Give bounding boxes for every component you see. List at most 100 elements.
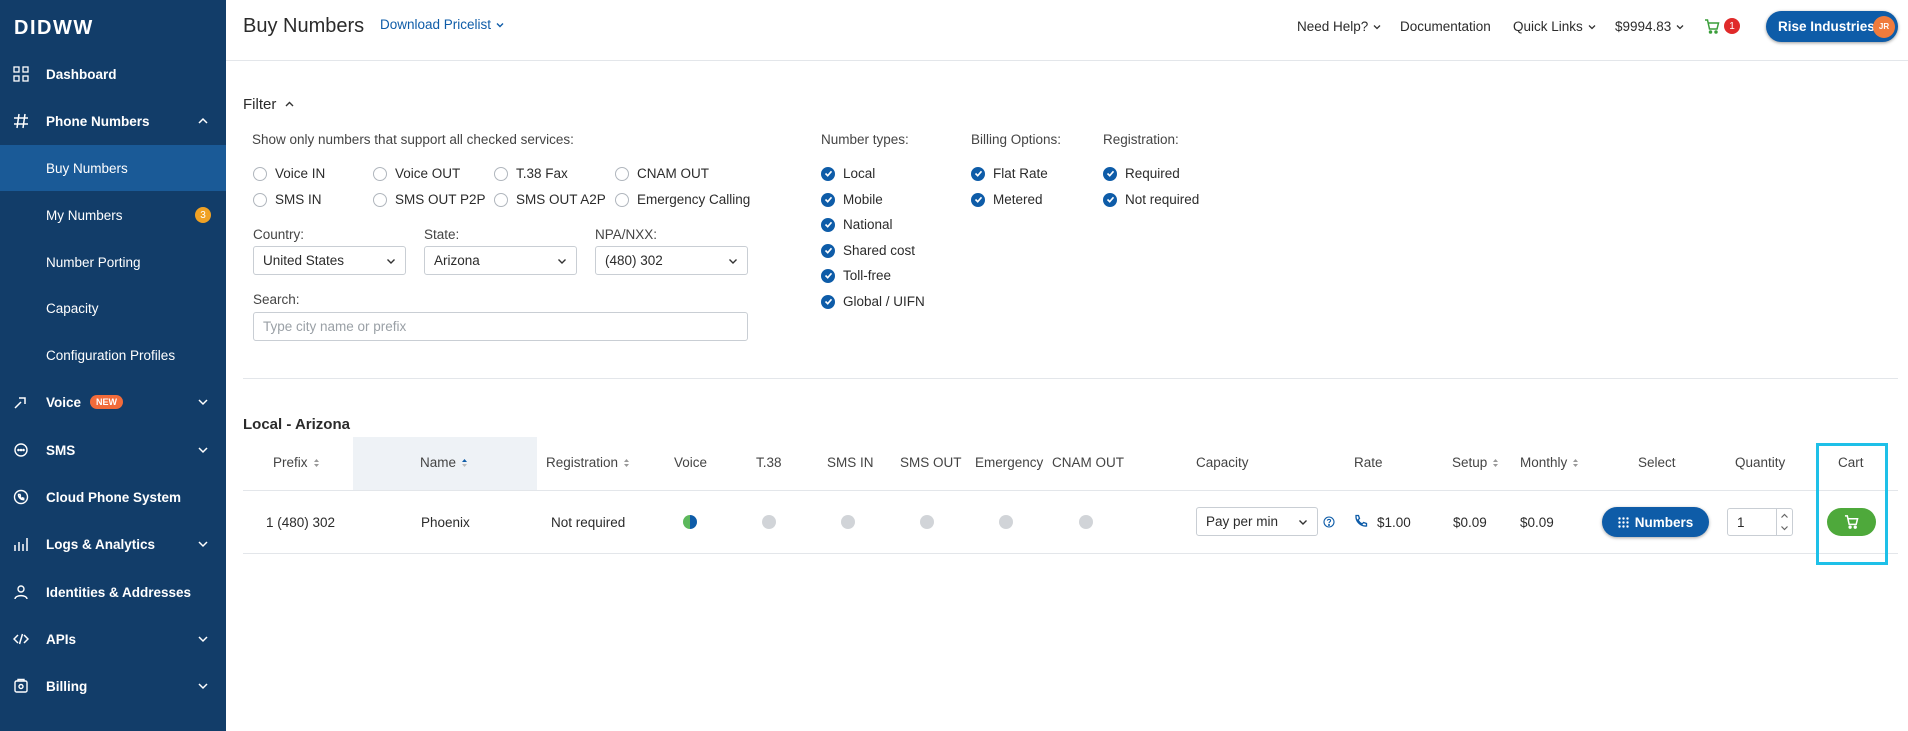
search-label: Search: (253, 292, 300, 307)
checkbox-not-required[interactable]: Not required (1103, 192, 1199, 207)
sidebar-item-phone-numbers[interactable]: Phone Numbers (0, 98, 226, 144)
new-badge: NEW (90, 395, 123, 409)
checkbox-toll-free[interactable]: Toll-free (821, 268, 891, 283)
column-label: Prefix (273, 455, 308, 470)
chevron-up-icon[interactable] (1780, 512, 1789, 520)
sidebar-item-cloud-phone-system[interactable]: Cloud Phone System (0, 474, 226, 520)
quick-links-menu[interactable]: Quick Links (1513, 19, 1597, 34)
phone-icon (1355, 514, 1368, 527)
checkbox-t38-fax[interactable]: T.38 Fax (494, 166, 568, 181)
chevron-down-icon (1373, 24, 1381, 29)
name-cell: Phoenix (421, 515, 470, 530)
sidebar-item-apis[interactable]: APIs (0, 616, 226, 662)
download-pricelist-label: Download Pricelist (380, 17, 492, 32)
npa-value: (480) 302 (605, 253, 663, 268)
sidebar-item-label: My Numbers (46, 207, 123, 223)
help-icon[interactable] (1323, 516, 1335, 528)
cloud-phone-icon (12, 488, 30, 506)
checkbox-box (1103, 192, 1117, 207)
checkbox-sms-out-p2p[interactable]: SMS OUT P2P (373, 192, 486, 207)
check-icon (824, 196, 832, 203)
sidebar-item-buy-numbers[interactable]: Buy Numbers (0, 145, 226, 191)
capacity-select[interactable]: Pay per min (1196, 507, 1318, 536)
analytics-icon (12, 535, 30, 553)
cart-count-badge: 1 (1724, 18, 1740, 34)
checkbox-sms-in[interactable]: SMS IN (253, 192, 322, 207)
cart-icon (1705, 18, 1720, 34)
need-help-menu[interactable]: Need Help? (1297, 19, 1382, 34)
checkbox-required[interactable]: Required (1103, 166, 1180, 181)
chevron-up-icon (285, 101, 294, 107)
sidebar-item-label: Dashboard (46, 66, 117, 82)
account-button[interactable]: Rise Industries JR (1766, 11, 1898, 42)
sidebar-item-logs-analytics[interactable]: Logs & Analytics (0, 521, 226, 567)
hash-icon (12, 112, 30, 130)
person-icon (12, 583, 30, 601)
select-numbers-button[interactable]: Numbers (1602, 507, 1709, 537)
checkbox-box (615, 166, 629, 181)
chevron-up-icon (198, 117, 208, 124)
state-select[interactable]: Arizona (424, 246, 577, 275)
filter-toggle[interactable]: Filter (243, 96, 295, 113)
sidebar-item-configuration-profiles[interactable]: Configuration Profiles (0, 332, 226, 378)
checkbox-global-uifn[interactable]: Global / UIFN (821, 294, 925, 309)
column-header-registration[interactable]: Registration (546, 455, 630, 470)
column-header-sms-in: SMS IN (827, 455, 874, 470)
t38-status-dot (762, 515, 776, 529)
column-header-setup[interactable]: Setup (1452, 455, 1499, 470)
checkbox-national[interactable]: National (821, 217, 893, 232)
country-select[interactable]: United States (253, 246, 406, 275)
monthly-cell: $0.09 (1520, 515, 1554, 530)
documentation-link[interactable]: Documentation (1400, 19, 1491, 34)
quantity-stepper[interactable]: 1 (1727, 508, 1793, 536)
checkbox-cnam-out[interactable]: CNAM OUT (615, 166, 709, 181)
quantity-spinner[interactable] (1776, 509, 1792, 535)
column-header-select: Select (1638, 455, 1676, 470)
quick-links-label: Quick Links (1513, 19, 1583, 34)
sidebar-item-label: Buy Numbers (46, 160, 128, 176)
balance-menu[interactable]: $9994.83 (1615, 19, 1685, 34)
results-title: Local - Arizona (243, 416, 350, 433)
header-cart[interactable]: 1 (1704, 18, 1740, 34)
checkbox-mobile[interactable]: Mobile (821, 192, 883, 207)
table-row-divider (243, 553, 1898, 554)
checkbox-sms-out-a2p[interactable]: SMS OUT A2P (494, 192, 606, 207)
checkbox-local[interactable]: Local (821, 166, 875, 181)
checkbox-emergency-calling[interactable]: Emergency Calling (615, 192, 750, 207)
search-input[interactable] (253, 312, 748, 341)
checkbox-voice-out[interactable]: Voice OUT (373, 166, 460, 181)
documentation-label: Documentation (1400, 19, 1491, 34)
setup-cell: $0.09 (1453, 515, 1487, 530)
download-pricelist-link[interactable]: Download Pricelist (380, 17, 505, 32)
column-header-t38: T.38 (756, 455, 782, 470)
chevron-down-icon[interactable] (1780, 524, 1789, 532)
sidebar-item-my-numbers[interactable]: My Numbers 3 (0, 192, 226, 238)
sidebar-item-dashboard[interactable]: Dashboard (0, 51, 226, 97)
checkbox-label: Voice OUT (395, 166, 461, 181)
sidebar-item-label: Identities & Addresses (46, 584, 192, 600)
column-header-monthly[interactable]: Monthly (1520, 455, 1579, 470)
checkbox-box (821, 166, 835, 181)
sidebar-item-label: Logs & Analytics (46, 536, 156, 552)
capacity-value: Pay per min (1206, 514, 1279, 529)
sidebar-item-number-porting[interactable]: Number Porting (0, 239, 226, 285)
checkbox-label: SMS IN (275, 192, 322, 207)
sidebar-item-sms[interactable]: SMS (0, 427, 226, 473)
sidebar-item-identities-addresses[interactable]: Identities & Addresses (0, 569, 226, 615)
column-header-name[interactable]: Name (420, 455, 468, 470)
checkbox-metered[interactable]: Metered (971, 192, 1043, 207)
cnam-out-status-dot (1079, 515, 1093, 529)
sidebar-item-voice[interactable]: Voice NEW (0, 379, 226, 425)
chevron-down-icon (558, 258, 566, 264)
checkbox-shared-cost[interactable]: Shared cost (821, 243, 915, 258)
checkbox-label: National (843, 217, 893, 232)
checkbox-voice-in[interactable]: Voice IN (253, 166, 325, 181)
country-value: United States (263, 253, 345, 268)
column-header-prefix[interactable]: Prefix (273, 455, 320, 470)
npa-select[interactable]: (480) 302 (595, 246, 748, 275)
sms-in-status-dot (841, 515, 855, 529)
checkbox-flat-rate[interactable]: Flat Rate (971, 166, 1048, 181)
sidebar-item-billing[interactable]: Billing (0, 663, 226, 709)
didww-logo[interactable]: DIDWW (14, 17, 94, 40)
sidebar-item-capacity[interactable]: Capacity (0, 285, 226, 331)
